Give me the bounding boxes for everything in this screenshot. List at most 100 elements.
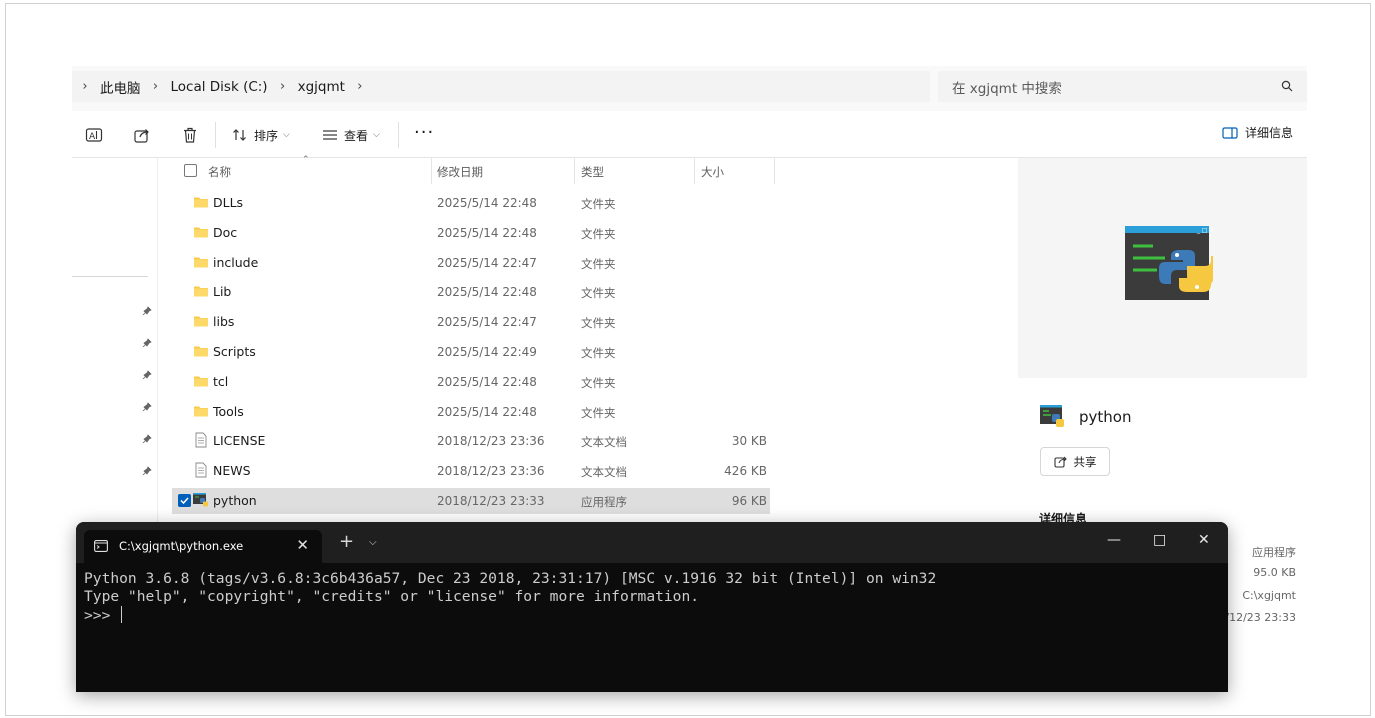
checkmark-icon (180, 497, 189, 505)
file-row[interactable]: include 2025/5/14 22:47 文件夹 (172, 250, 770, 276)
column-separator[interactable] (574, 158, 575, 184)
file-name: Tools (213, 403, 244, 419)
pin-icon[interactable] (142, 370, 152, 380)
file-name: NEWS (213, 463, 251, 479)
details-pane-icon (1222, 126, 1238, 139)
column-separator[interactable] (431, 158, 432, 184)
column-separator[interactable] (774, 158, 775, 184)
close-window-icon[interactable]: ✕ (1198, 532, 1210, 548)
file-row[interactable]: Scripts 2025/5/14 22:49 文件夹 (172, 339, 770, 365)
folder-icon (194, 257, 208, 268)
pin-icon[interactable] (142, 402, 152, 412)
sort-ascending-icon: ⌃ (302, 155, 310, 165)
row-checkbox[interactable] (178, 494, 191, 507)
terminal-prompt: >>> (84, 607, 120, 624)
detail-type-value: 应用程序 (1252, 546, 1296, 559)
file-name: libs (213, 314, 235, 330)
terminal-output[interactable]: Python 3.6.8 (tags/v3.6.8:3c6b436a57, De… (84, 570, 936, 625)
new-tab-button[interactable]: + (339, 533, 354, 551)
rename-icon[interactable]: A (85, 126, 103, 144)
pin-icon[interactable] (142, 338, 152, 348)
file-type: 文件夹 (581, 346, 616, 360)
details-pane-button[interactable]: 详细信息 (1222, 124, 1293, 141)
column-header-type[interactable]: 类型 (581, 164, 604, 180)
file-name: tcl (213, 373, 229, 389)
chevron-right-icon[interactable]: › (347, 79, 373, 94)
terminal-titlebar[interactable]: C:\xgjqmt\python.exe ✕ + ⌵ — □ ✕ (76, 522, 1228, 563)
file-date: 2025/5/14 22:48 (437, 404, 537, 419)
file-date: 2018/12/23 23:36 (437, 434, 545, 449)
select-all-checkbox[interactable] (184, 164, 197, 177)
sort-button[interactable]: 排序 ⌵ (232, 124, 290, 146)
file-row[interactable]: NEWS 2018/12/23 23:36 文本文档 426 KB (172, 458, 770, 484)
file-row[interactable]: tcl 2025/5/14 22:48 文件夹 (172, 369, 770, 395)
file-row[interactable]: DLLs 2025/5/14 22:48 文件夹 (172, 190, 770, 216)
view-button[interactable]: 查看 ⌵ (322, 124, 380, 146)
terminal-line: Type "help", "copyright", "credits" or "… (84, 588, 700, 605)
chevron-right-icon[interactable]: › (143, 79, 169, 94)
view-icon (323, 130, 337, 140)
delete-icon[interactable] (181, 126, 199, 144)
pin-icon[interactable] (142, 466, 152, 476)
file-type: 文件夹 (581, 226, 616, 241)
file-name: Lib (213, 284, 232, 300)
svg-text:A: A (89, 132, 96, 142)
more-options-button[interactable]: ··· (414, 122, 434, 143)
column-header-name[interactable]: 名称 (208, 164, 231, 180)
python-exe-icon (1040, 405, 1064, 427)
search-icon[interactable] (1281, 80, 1293, 92)
chevron-down-icon: ⌵ (283, 130, 290, 140)
search-input[interactable]: 在 xgjqmt 中搜索 (938, 71, 1307, 102)
file-name: include (213, 254, 259, 270)
share-icon (1053, 456, 1067, 468)
breadcrumb-this-pc[interactable]: 此电脑 (98, 77, 143, 97)
minimize-icon[interactable]: — (1107, 532, 1121, 548)
terminal-tab[interactable]: C:\xgjqmt\python.exe ✕ (84, 530, 322, 563)
sort-label: 排序 (254, 128, 279, 143)
file-date: 2025/5/14 22:48 (437, 196, 537, 210)
chevron-down-icon[interactable]: ⌵ (369, 537, 377, 548)
file-type: 应用程序 (581, 495, 627, 509)
file-name: python (213, 493, 257, 508)
file-date: 2018/12/23 23:33 (437, 494, 545, 508)
breadcrumb[interactable]: › 此电脑 › Local Disk (C:) › xgjqmt › (72, 71, 930, 102)
terminal-window[interactable]: C:\xgjqmt\python.exe ✕ + ⌵ — □ ✕ Python … (76, 522, 1228, 692)
file-name: Scripts (213, 344, 256, 359)
file-type: 文件夹 (581, 316, 616, 331)
nav-divider (72, 276, 148, 277)
share-button[interactable]: 共享 (1040, 447, 1110, 476)
share-label: 共享 (1073, 454, 1097, 469)
maximize-icon[interactable]: □ (1153, 532, 1166, 548)
breadcrumb-xgjqmt[interactable]: xgjqmt (296, 79, 347, 95)
file-type: 文件夹 (581, 197, 616, 211)
svg-text:_ □ ×: _ □ × (1196, 227, 1213, 234)
pin-icon[interactable] (142, 434, 152, 444)
pin-icon[interactable] (142, 306, 152, 316)
python-app-preview-icon: _ □ × (1125, 226, 1213, 300)
close-tab-icon[interactable]: ✕ (296, 536, 309, 554)
folder-icon (194, 316, 208, 327)
file-name: Doc (213, 224, 238, 240)
column-separator[interactable] (694, 158, 695, 184)
chevron-right-icon[interactable]: › (72, 79, 98, 94)
file-row[interactable]: libs 2025/5/14 22:47 文件夹 (172, 309, 770, 335)
file-row[interactable]: python 2018/12/23 23:33 应用程序 96 KB (172, 488, 770, 514)
folder-icon (194, 197, 208, 208)
file-row[interactable]: LICENSE 2018/12/23 23:36 文本文档 30 KB (172, 428, 770, 454)
file-type: 文件夹 (581, 375, 616, 390)
file-date: 2025/5/14 22:47 (437, 315, 537, 330)
file-date: 2018/12/23 23:36 (437, 464, 545, 479)
column-header-date[interactable]: 修改日期 (437, 164, 483, 180)
terminal-icon (94, 540, 108, 552)
column-header-size[interactable]: 大小 (701, 164, 724, 180)
share-icon[interactable] (133, 126, 151, 144)
folder-icon (194, 346, 208, 357)
chevron-right-icon[interactable]: › (270, 79, 296, 94)
file-row[interactable]: Tools 2025/5/14 22:48 文件夹 (172, 399, 770, 425)
file-row[interactable]: Doc 2025/5/14 22:48 文件夹 (172, 220, 770, 246)
file-row[interactable]: Lib 2025/5/14 22:48 文件夹 (172, 279, 770, 305)
breadcrumb-local-disk[interactable]: Local Disk (C:) (169, 79, 270, 95)
file-size: 426 KB (724, 464, 767, 479)
file-type: 文件夹 (581, 286, 616, 301)
terminal-prompt-line[interactable]: >>> (84, 606, 936, 625)
